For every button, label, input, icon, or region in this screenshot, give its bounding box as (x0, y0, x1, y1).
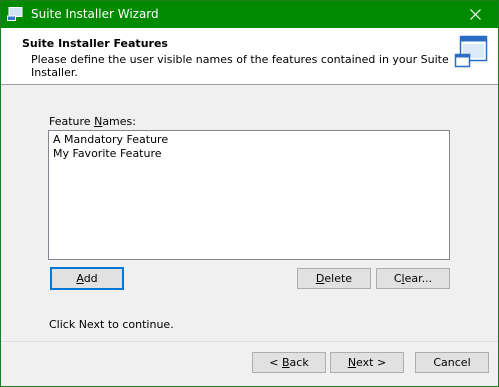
footer-divider (1, 341, 498, 342)
close-button[interactable] (453, 1, 498, 28)
window-title: Suite Installer Wizard (31, 7, 159, 21)
add-button[interactable]: Add (50, 267, 124, 290)
continue-hint: Click Next to continue. (49, 318, 174, 331)
clear-button[interactable]: Clear... (376, 268, 450, 289)
wizard-window: Suite Installer Wizard Suite Installer F… (0, 0, 499, 387)
app-window-icon (7, 7, 23, 21)
feature-names-label: Feature Names: (49, 115, 136, 128)
page-title: Suite Installer Features (22, 37, 168, 50)
feature-names-list[interactable]: A Mandatory Feature My Favorite Feature (48, 130, 450, 260)
back-button[interactable]: < Back (252, 352, 326, 373)
page-description: Please define the user visible names of … (31, 53, 449, 79)
title-bar[interactable]: Suite Installer Wizard (1, 1, 498, 28)
cancel-button[interactable]: Cancel (415, 352, 489, 373)
wizard-header: Suite Installer Features Please define t… (1, 28, 498, 85)
list-item[interactable]: A Mandatory Feature (49, 133, 449, 147)
installer-window-icon (454, 35, 488, 68)
next-button[interactable]: Next > (330, 352, 404, 373)
delete-button[interactable]: Delete (297, 268, 371, 289)
list-item[interactable]: My Favorite Feature (49, 147, 449, 161)
close-icon (470, 9, 481, 20)
